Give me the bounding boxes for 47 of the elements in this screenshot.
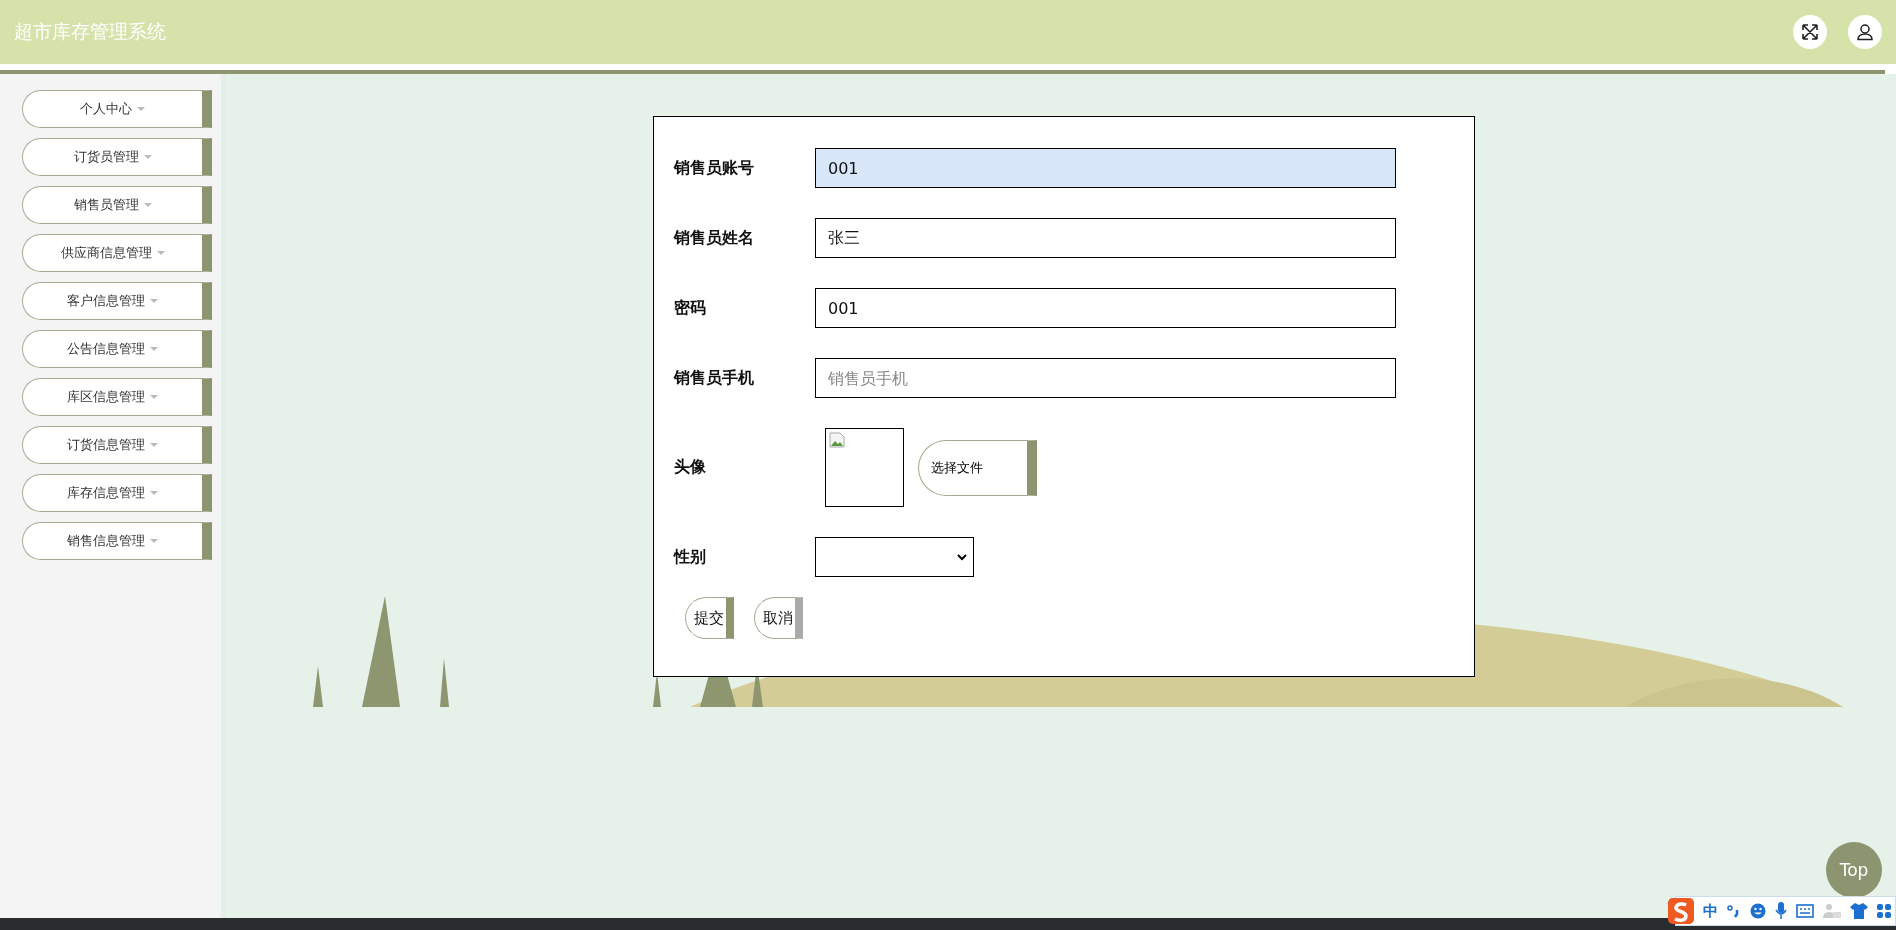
form-button[interactable]: 提交 [685, 597, 734, 639]
field-label: 性别 [674, 546, 707, 568]
caret-icon [150, 299, 158, 303]
app-title: 超市库存管理系统 [14, 19, 167, 44]
sidebar-item[interactable]: 个人中心 [22, 90, 212, 128]
caret-icon [143, 155, 152, 159]
caret-icon [150, 539, 158, 543]
field-label: 密码 [674, 297, 707, 319]
sidebar-item[interactable]: 订货信息管理 [22, 426, 212, 464]
user-icon[interactable] [1848, 15, 1882, 49]
form-button[interactable]: 取消 [754, 597, 803, 639]
text-field[interactable]: 001 [815, 288, 1396, 328]
sidebar-item[interactable]: 销售员管理 [22, 186, 212, 224]
select-field[interactable] [815, 537, 974, 577]
caret-icon [143, 203, 152, 207]
caret-icon [150, 347, 158, 351]
shirt-icon[interactable] [1850, 903, 1868, 919]
sidebar-item[interactable]: 库区信息管理 [22, 378, 212, 416]
field-label: 销售员手机 [674, 367, 755, 389]
microphone-icon[interactable] [1775, 902, 1787, 920]
text-field[interactable]: 张三 [815, 218, 1396, 258]
field-label: 销售员账号 [674, 157, 755, 179]
chevron-down-icon [957, 553, 967, 561]
sidebar-item[interactable]: 客户信息管理 [22, 282, 212, 320]
grid-icon[interactable] [1877, 904, 1891, 918]
emoji-icon[interactable] [1750, 903, 1766, 919]
punctuation-icon[interactable] [1727, 904, 1741, 918]
caret-icon [150, 491, 158, 495]
sidebar-item[interactable]: 库存信息管理 [22, 474, 212, 512]
caret-icon [137, 107, 145, 111]
sidebar-item[interactable]: 供应商信息管理 [22, 234, 212, 272]
broken-image-icon [829, 432, 845, 448]
text-field[interactable]: 销售员手机 [815, 358, 1396, 398]
field-label: 头像 [674, 457, 707, 478]
sidebar-item[interactable]: 订货员管理 [22, 138, 212, 176]
keyboard-icon[interactable] [1796, 904, 1814, 918]
fullscreen-icon[interactable] [1793, 15, 1827, 49]
sidebar-item[interactable]: 公告信息管理 [22, 330, 212, 368]
input-mode-toggle[interactable]: 中 [1703, 901, 1718, 921]
choose-file-button[interactable]: 选择文件 [918, 439, 1037, 496]
caret-icon [150, 395, 158, 399]
caret-icon [156, 251, 165, 255]
text-field[interactable]: 001 [815, 148, 1396, 188]
sidebar-item[interactable]: 销售信息管理 [22, 522, 212, 560]
ime-logo-icon[interactable] [1668, 898, 1694, 924]
field-label: 销售员姓名 [674, 227, 755, 249]
caret-icon [150, 443, 158, 447]
